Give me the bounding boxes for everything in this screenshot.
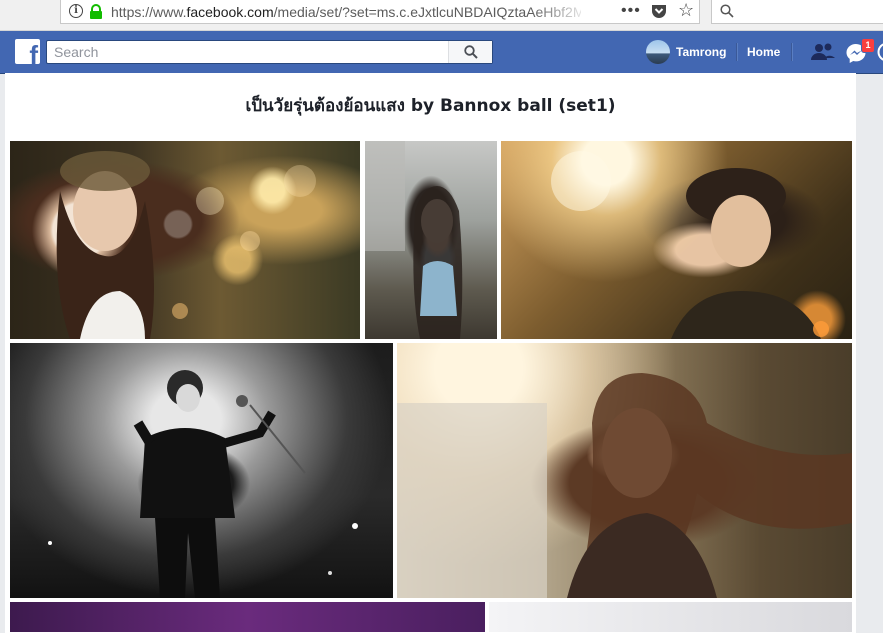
- search-input[interactable]: [47, 41, 454, 63]
- url-fade: [531, 0, 591, 22]
- bookmark-star-icon[interactable]: ☆: [678, 1, 694, 19]
- profile-name: Tamrong: [676, 45, 726, 59]
- photo-woman-flower-crown[interactable]: [10, 141, 360, 339]
- facebook-top-bar: f Tamrong Home 1: [0, 31, 883, 74]
- photo-woman-windblown-hair[interactable]: [397, 343, 852, 598]
- url-text[interactable]: https://www.facebook.com/media/set/?set=…: [111, 4, 581, 20]
- avatar: [646, 40, 670, 64]
- nav-divider: [736, 43, 737, 61]
- browser-search-box[interactable]: [711, 0, 883, 24]
- search-icon: [720, 4, 734, 18]
- photo-purple-partial[interactable]: [10, 602, 485, 632]
- photo-detail: [10, 343, 393, 598]
- browser-toolbar: i https://www.facebook.com/media/set/?se…: [0, 0, 883, 31]
- photo-white-partial[interactable]: [489, 602, 852, 632]
- info-icon[interactable]: i: [69, 4, 83, 18]
- pocket-icon[interactable]: [651, 3, 667, 19]
- friend-requests-icon[interactable]: [810, 42, 836, 62]
- photo-detail: [397, 343, 852, 598]
- photo-woman-blue-top[interactable]: [365, 141, 497, 339]
- facebook-logo-icon[interactable]: f: [15, 39, 40, 64]
- message-count-badge: 1: [861, 38, 875, 53]
- album-title: เป็นวัยรุ่นต้องย้อนแสง by Bannox ball (s…: [5, 92, 856, 119]
- more-actions-icon[interactable]: •••: [621, 4, 641, 18]
- lock-icon: [89, 4, 103, 20]
- photo-detail: [10, 141, 360, 339]
- notifications-globe-icon[interactable]: [877, 42, 883, 62]
- search-button[interactable]: [448, 41, 492, 63]
- nav-divider: [791, 43, 792, 61]
- home-link[interactable]: Home: [747, 45, 780, 59]
- photo-woman-veil-hat[interactable]: [501, 141, 852, 339]
- photo-detail: [501, 141, 852, 339]
- address-bar[interactable]: i https://www.facebook.com/media/set/?se…: [60, 0, 700, 24]
- photo-detail: [365, 141, 497, 339]
- facebook-search: [46, 40, 493, 64]
- search-icon: [464, 45, 478, 59]
- photo-man-singing-concert[interactable]: [10, 343, 393, 598]
